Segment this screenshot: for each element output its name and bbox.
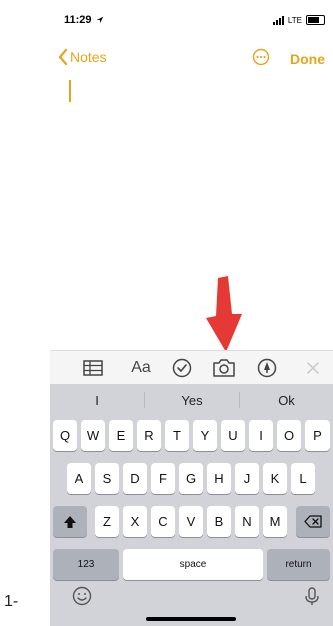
checklist-icon[interactable] xyxy=(172,357,192,379)
key-g[interactable]: G xyxy=(179,463,203,494)
key-l[interactable]: L xyxy=(291,463,315,494)
text-caret xyxy=(69,80,71,102)
status-bar: 11:29 LTE xyxy=(50,0,333,40)
network-label: LTE xyxy=(287,15,302,25)
key-s[interactable]: S xyxy=(95,463,119,494)
battery-icon xyxy=(306,15,325,25)
home-indicator xyxy=(146,617,236,621)
key-n[interactable]: N xyxy=(235,506,259,537)
text-format-button[interactable]: Aa xyxy=(128,357,154,379)
microphone-icon[interactable] xyxy=(302,586,322,606)
key-w[interactable]: W xyxy=(81,420,105,451)
numbers-key[interactable]: 123 xyxy=(53,549,119,580)
key-v[interactable]: V xyxy=(179,506,203,537)
phone-screen: 11:29 LTE Notes Done Aa I Yes Ok Q W E R… xyxy=(50,0,333,626)
signal-icon xyxy=(272,15,284,25)
nav-bar: Notes Done xyxy=(50,45,333,73)
key-x[interactable]: X xyxy=(123,506,147,537)
key-q[interactable]: Q xyxy=(53,420,77,451)
table-icon[interactable] xyxy=(83,357,103,379)
backspace-key[interactable] xyxy=(296,506,330,537)
key-d[interactable]: D xyxy=(123,463,147,494)
key-h[interactable]: H xyxy=(207,463,231,494)
key-t[interactable]: T xyxy=(165,420,189,451)
more-icon[interactable] xyxy=(252,48,270,66)
time-text: 11:29 xyxy=(64,14,92,26)
key-j[interactable]: J xyxy=(235,463,259,494)
key-u[interactable]: U xyxy=(221,420,245,451)
key-f[interactable]: F xyxy=(151,463,175,494)
key-e[interactable]: E xyxy=(109,420,133,451)
keyboard: I Yes Ok Q W E R T Y U I O P A S D F G H… xyxy=(50,384,333,626)
camera-icon[interactable] xyxy=(212,357,236,379)
suggestion-item[interactable]: Yes xyxy=(145,393,239,408)
chevron-left-icon xyxy=(58,49,68,65)
key-k[interactable]: K xyxy=(263,463,287,494)
suggestion-bar: I Yes Ok xyxy=(50,384,333,416)
markup-icon[interactable] xyxy=(257,357,277,379)
step-label: 1- xyxy=(4,593,19,610)
close-icon[interactable] xyxy=(306,357,320,379)
space-key[interactable]: space xyxy=(123,549,263,580)
suggestion-item[interactable]: I xyxy=(50,393,144,408)
key-i[interactable]: I xyxy=(249,420,273,451)
key-c[interactable]: C xyxy=(151,506,175,537)
done-button[interactable]: Done xyxy=(290,51,325,67)
emoji-icon[interactable] xyxy=(72,586,92,606)
shift-key[interactable] xyxy=(53,506,87,537)
back-label: Notes xyxy=(70,49,107,65)
key-z[interactable]: Z xyxy=(95,506,119,537)
format-toolbar: Aa xyxy=(50,350,333,385)
status-time: 11:29 xyxy=(64,14,104,26)
location-arrow-icon xyxy=(96,16,103,24)
key-m[interactable]: M xyxy=(263,506,287,537)
shift-icon xyxy=(64,515,76,528)
red-arrow-icon xyxy=(206,276,242,352)
left-gutter xyxy=(0,0,50,626)
suggestion-item[interactable]: Ok xyxy=(240,393,333,408)
back-button[interactable]: Notes xyxy=(58,49,107,65)
key-r[interactable]: R xyxy=(137,420,161,451)
key-p[interactable]: P xyxy=(305,420,330,451)
key-a[interactable]: A xyxy=(67,463,91,494)
key-y[interactable]: Y xyxy=(193,420,217,451)
status-indicators: LTE xyxy=(272,15,325,25)
return-key[interactable]: return xyxy=(267,549,330,580)
key-b[interactable]: B xyxy=(207,506,231,537)
backspace-icon xyxy=(304,515,322,528)
key-o[interactable]: O xyxy=(277,420,301,451)
